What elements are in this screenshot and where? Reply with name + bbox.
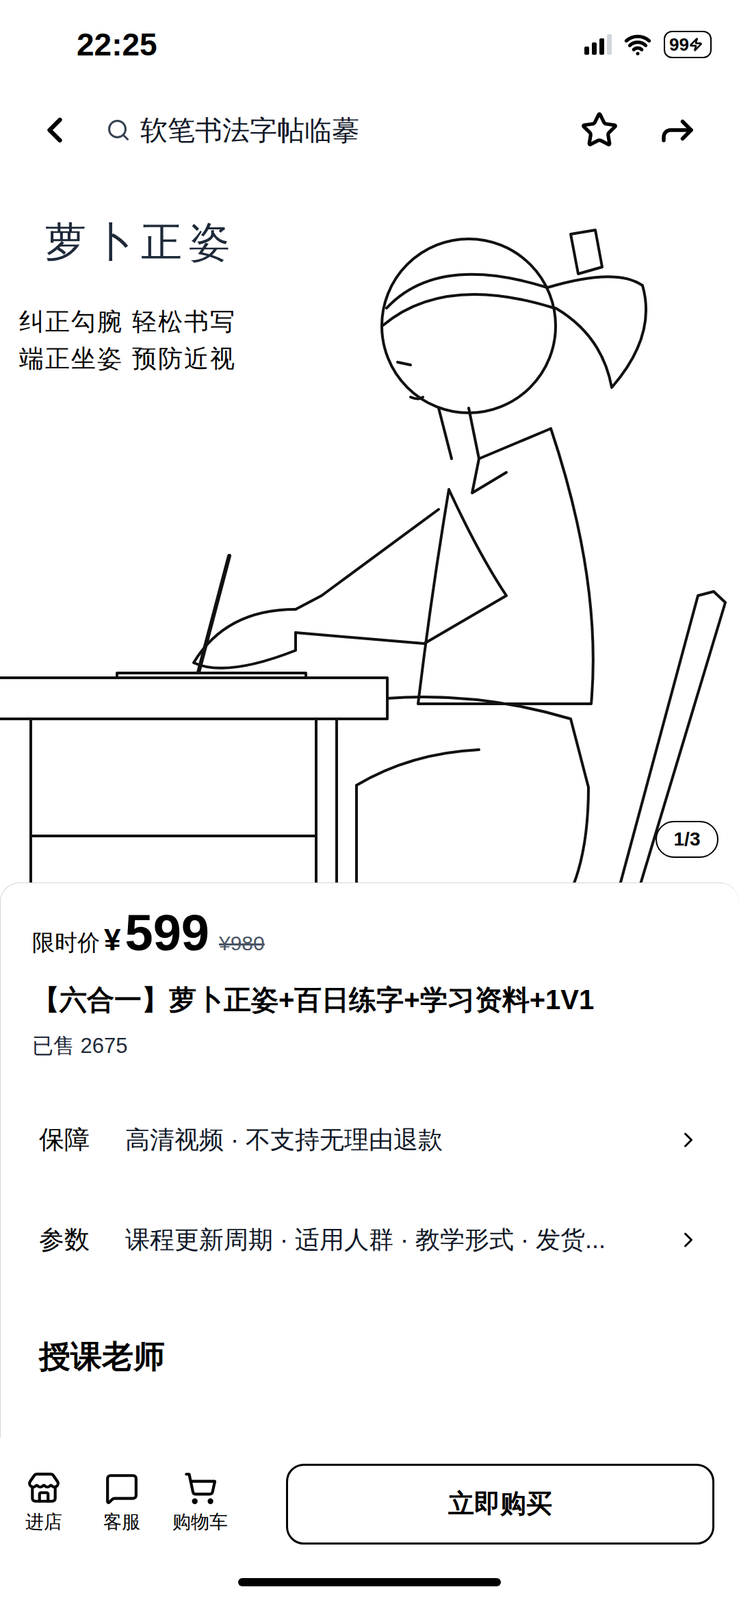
hero-title: 萝卜正姿 [45,210,739,273]
info-row-value: 课程更新周期 · 适用人群 · 教学形式 · 发货... [125,1220,666,1258]
bottom-action-label: 购物车 [172,1507,228,1536]
section-title: 授课老师 [32,1335,708,1376]
original-price: ¥980 [218,927,265,958]
hero-slogan: 纠正勾腕 轻松书写 [19,305,739,339]
status-icons: 99 [584,30,712,59]
bottom-action-label: 客服 [103,1507,141,1536]
price-currency: ¥ [104,916,121,963]
info-row-label: 保障 [39,1120,126,1159]
price-value: 599 [124,907,209,958]
bottom-action-label: 进店 [25,1507,63,1536]
battery-level: 99 [669,35,690,54]
product-info-card: 限时价¥599 ¥980 【六合一】萝卜正姿+百日练字+学习资料+1V1 已售 267… [0,882,739,1437]
bottom-bar: 进店 客服 购物车 立即购买 [0,1436,739,1600]
search-field[interactable]: 软笔书法字帖临摹 [106,109,581,151]
image-counter: 1/3 [655,820,719,858]
info-row[interactable]: 参数课程更新周期 · 适用人群 · 教学形式 · 发货... [32,1189,708,1290]
chevron-right-icon [676,1226,701,1252]
wifi-icon [624,30,652,59]
nav-bar: 软笔书法字帖临摹 [0,88,739,172]
back-icon[interactable] [34,109,76,151]
bottom-action[interactable]: 购物车 [172,1470,228,1536]
signal-icon [584,34,612,55]
hero-text: 萝卜正姿纠正勾腕 轻松书写端正坐姿 预防近视 [0,171,739,375]
search-icon [106,117,131,143]
bottom-action-icon [26,1470,61,1505]
hero-illustration-icon [0,171,739,898]
battery: 99 [663,30,712,59]
sold-count: 已售 2675 [32,1031,708,1060]
price-label: 限时价 [32,925,100,960]
bottom-action-icon [183,1470,218,1505]
search-text: 软笔书法字帖临摹 [140,109,360,151]
product-title: 【六合一】萝卜正姿+百日练字+学习资料+1V1 [32,981,708,1017]
bottom-action[interactable]: 进店 [16,1470,72,1536]
status-bar: 22:25 99 [0,0,739,89]
product-image[interactable]: 萝卜正姿纠正勾腕 轻松书写端正坐姿 预防近视 1/3 [0,171,739,898]
hero-slogan: 端正坐姿 预防近视 [19,342,739,375]
favorite-star-icon[interactable] [580,110,619,150]
home-indicator [238,1577,501,1586]
bottom-action-icon [104,1470,139,1505]
chevron-right-icon [676,1126,701,1152]
app-screen: 22:25 99 软笔书法字帖临摹萝卜正姿纠正勾腕 轻松书写端正坐姿 预防近视 1/3… [0,0,739,1600]
info-row[interactable]: 保障高清视频 · 不支持无理由退款 [32,1089,708,1190]
bottom-action[interactable]: 客服 [94,1470,150,1536]
info-rows: 保障高清视频 · 不支持无理由退款参数课程更新周期 · 适用人群 · 教学形式 … [32,1089,708,1290]
share-icon[interactable] [656,109,698,151]
info-row-label: 参数 [39,1220,126,1259]
status-time: 22:25 [76,21,158,69]
price-row: 限时价¥599 ¥980 [32,907,708,963]
info-row-value: 高清视频 · 不支持无理由退款 [125,1120,666,1158]
buy-now-button[interactable]: 立即购买 [286,1462,715,1544]
charging-icon [689,37,703,52]
